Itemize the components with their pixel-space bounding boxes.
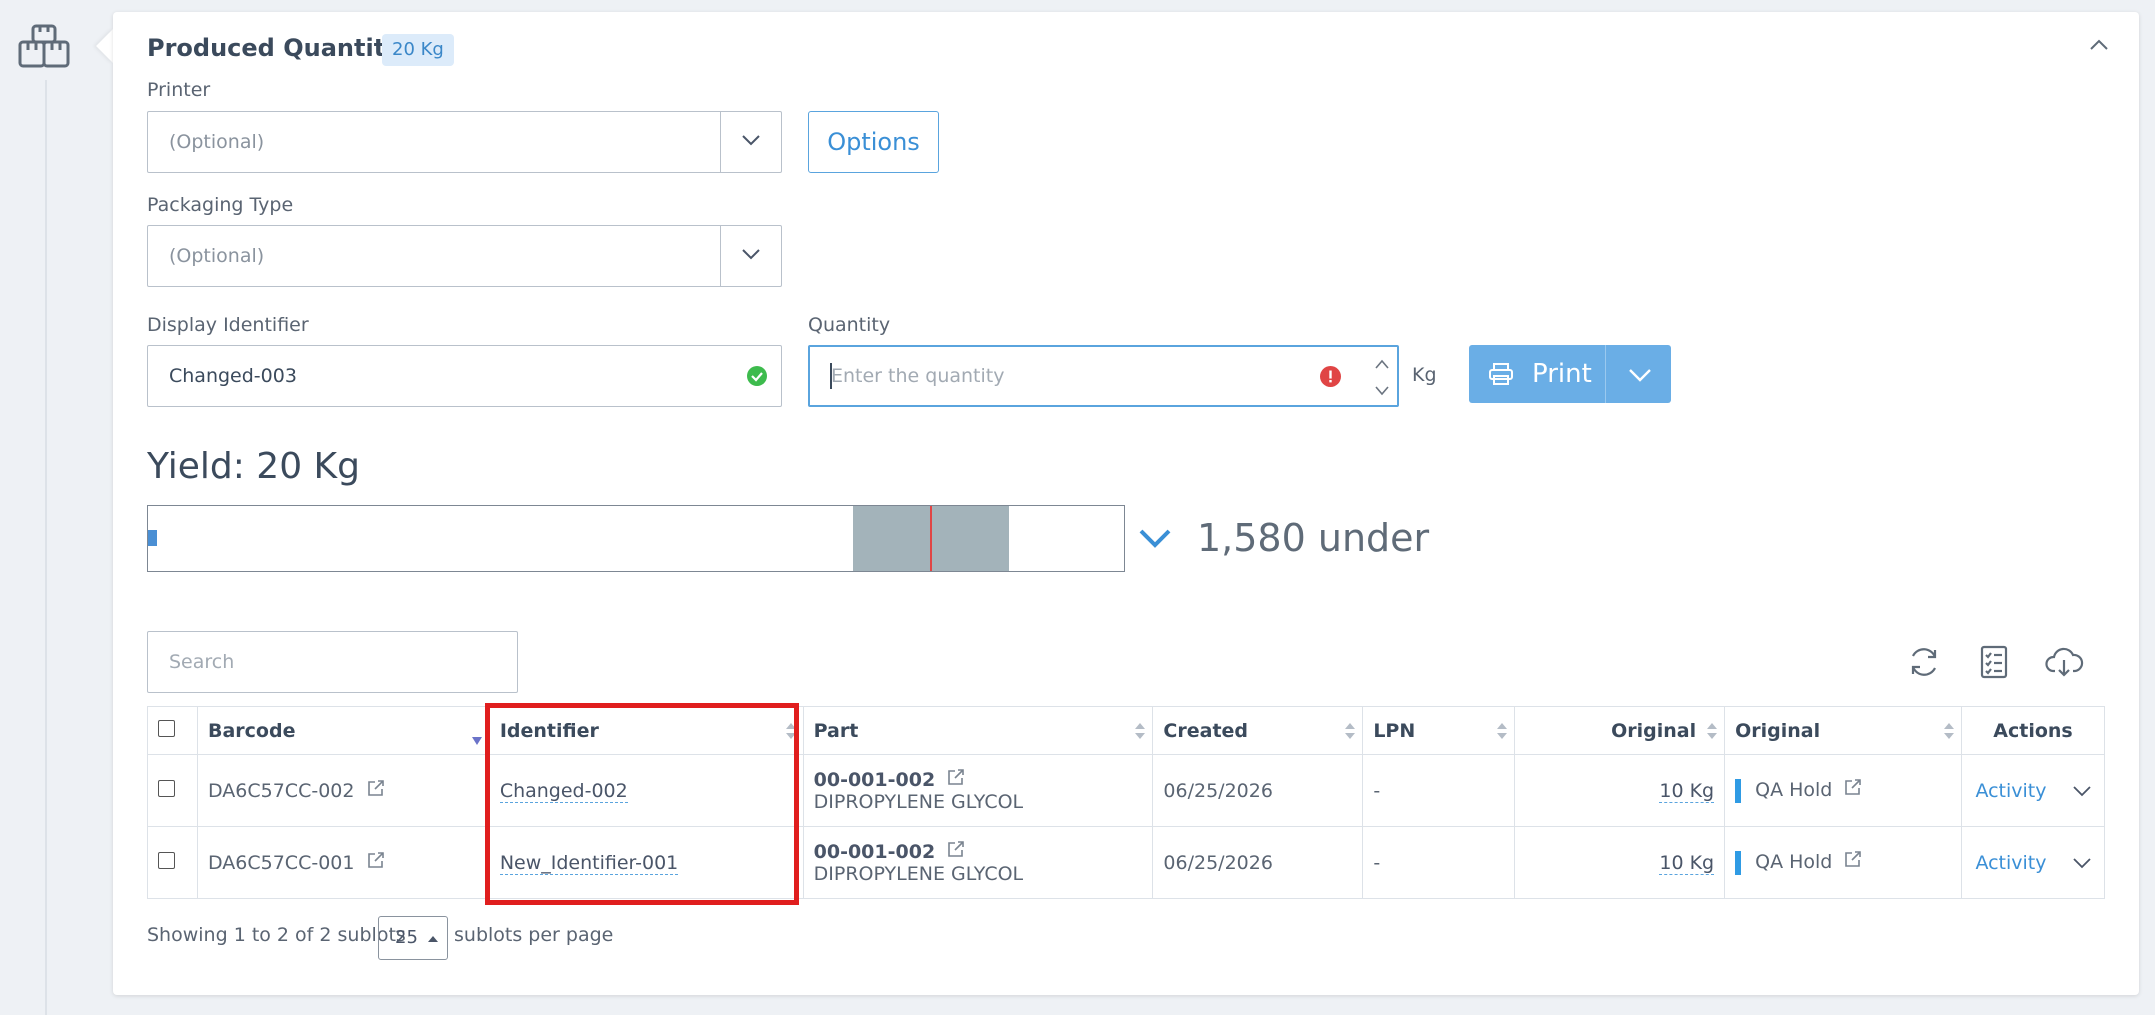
per-page-select[interactable]: 25 [378, 916, 448, 960]
column-header-lpn[interactable]: LPN [1362, 706, 1516, 755]
pagination-summary: Showing 1 to 2 of 2 sublots [147, 924, 406, 946]
per-page-value: 25 [395, 927, 418, 948]
print-button-label: Print [1532, 359, 1592, 389]
stepper-down-icon[interactable] [1374, 382, 1390, 401]
part-name: DIPROPYLENE GLYCOL [813, 863, 1024, 885]
column-header-created[interactable]: Created [1152, 706, 1364, 755]
search-placeholder: Search [169, 651, 235, 673]
external-link-icon[interactable] [1844, 779, 1862, 801]
external-link-icon[interactable] [1844, 851, 1862, 873]
chevron-down-icon[interactable] [2072, 852, 2091, 874]
created-date: 06/25/2026 [1152, 826, 1364, 899]
sort-icon [1943, 721, 1955, 746]
printer-select-value: (Optional) [169, 131, 265, 153]
chevron-down-icon [1628, 367, 1652, 386]
refresh-icon[interactable] [1904, 642, 1944, 682]
column-header-original-status[interactable]: Original [1724, 706, 1962, 755]
created-date: 06/25/2026 [1152, 754, 1364, 827]
sort-icon [1496, 721, 1508, 746]
display-identifier-value: Changed-003 [169, 365, 297, 387]
row-checkbox[interactable] [158, 779, 175, 797]
yield-bar-fill [148, 530, 157, 546]
stepper-up-icon[interactable] [1374, 355, 1390, 374]
table-row: DA6C57CC-002 Changed-002 00-001-002 DIPR… [147, 754, 2106, 827]
boxes-icon [18, 20, 74, 70]
column-header-barcode[interactable]: Barcode [196, 706, 490, 755]
chevron-down-icon[interactable] [2072, 780, 2091, 802]
yield-title: Yield: 20 Kg [147, 446, 360, 487]
caret-up-icon [427, 927, 438, 948]
identifier-column-highlight [485, 703, 799, 905]
yield-under-text: 1,580 under [1197, 516, 1430, 560]
table-header-row: Barcode Identifier Part Created LPN Orig… [147, 706, 2106, 755]
original-quantity[interactable]: 10 Kg [1659, 779, 1715, 803]
packaging-select-value: (Optional) [169, 245, 265, 267]
external-link-icon[interactable] [367, 852, 385, 874]
cloud-download-icon[interactable] [2044, 642, 2084, 682]
chevron-down-icon [1138, 527, 1172, 553]
yield-target-marker [930, 506, 932, 571]
external-link-icon[interactable] [947, 841, 965, 863]
lpn-value: - [1362, 754, 1516, 827]
timeline-rail [45, 80, 47, 1015]
column-header-actions: Actions [1960, 706, 2106, 755]
part-name: DIPROPYLENE GLYCOL [813, 791, 1024, 813]
packaging-type-select[interactable]: (Optional) [147, 225, 782, 287]
options-button[interactable]: Options [808, 111, 939, 173]
print-button-group: Print [1469, 345, 1671, 403]
column-header-part[interactable]: Part [802, 706, 1154, 755]
activity-button[interactable]: Activity [1975, 852, 2046, 874]
sort-icon [1344, 721, 1356, 746]
status-indicator [1735, 850, 1742, 875]
sort-icon [1706, 721, 1718, 746]
printer-icon [1489, 363, 1513, 389]
quantity-unit: Kg [1412, 364, 1437, 386]
display-identifier-label: Display Identifier [147, 314, 309, 336]
lpn-value: - [1362, 826, 1516, 899]
activity-button[interactable]: Activity [1975, 780, 2046, 802]
printer-select[interactable]: (Optional) [147, 111, 782, 173]
barcode-link[interactable]: DA6C57CC-001 [208, 852, 354, 874]
status-link[interactable]: QA Hold [1755, 779, 1832, 801]
display-identifier-input[interactable]: Changed-003 [147, 345, 782, 407]
barcode-link[interactable]: DA6C57CC-002 [208, 780, 354, 802]
per-page-suffix: sublots per page [454, 924, 614, 946]
part-number-link[interactable]: 00-001-002 [814, 769, 936, 791]
sublots-table: Barcode Identifier Part Created LPN Orig… [147, 706, 2106, 899]
yield-progress-bar [147, 505, 1125, 572]
check-circle-icon [747, 366, 767, 390]
part-number-link[interactable]: 00-001-002 [814, 841, 936, 863]
quantity-badge: 20 Kg [382, 34, 454, 66]
print-button[interactable]: Print [1469, 345, 1605, 403]
chevron-up-icon[interactable] [2088, 34, 2110, 56]
section-title: Produced Quantity [147, 34, 401, 62]
quantity-placeholder: Enter the quantity [831, 365, 1005, 387]
status-link[interactable]: QA Hold [1755, 851, 1832, 873]
row-checkbox[interactable] [158, 851, 175, 869]
error-icon [1320, 366, 1341, 391]
sort-icon [1134, 721, 1146, 746]
packaging-type-label: Packaging Type [147, 194, 294, 216]
select-all-checkbox[interactable] [158, 719, 175, 737]
original-quantity[interactable]: 10 Kg [1659, 851, 1715, 875]
select-all-cell [147, 706, 198, 755]
status-indicator [1735, 778, 1742, 803]
table-row: DA6C57CC-001 New_Identifier-001 00-001-0… [147, 826, 2106, 899]
column-header-original-qty[interactable]: Original [1514, 706, 1726, 755]
printer-label: Printer [147, 79, 211, 101]
external-link-icon[interactable] [367, 780, 385, 802]
checklist-icon[interactable] [1974, 642, 2014, 682]
quantity-label: Quantity [808, 314, 891, 336]
print-options-toggle[interactable] [1605, 345, 1671, 403]
quantity-input[interactable]: Enter the quantity [808, 345, 1399, 407]
sort-desc-icon [471, 729, 483, 751]
external-link-icon[interactable] [947, 769, 965, 791]
chevron-down-icon[interactable] [720, 226, 781, 286]
chevron-down-icon[interactable] [720, 112, 781, 172]
search-input[interactable]: Search [147, 631, 518, 693]
